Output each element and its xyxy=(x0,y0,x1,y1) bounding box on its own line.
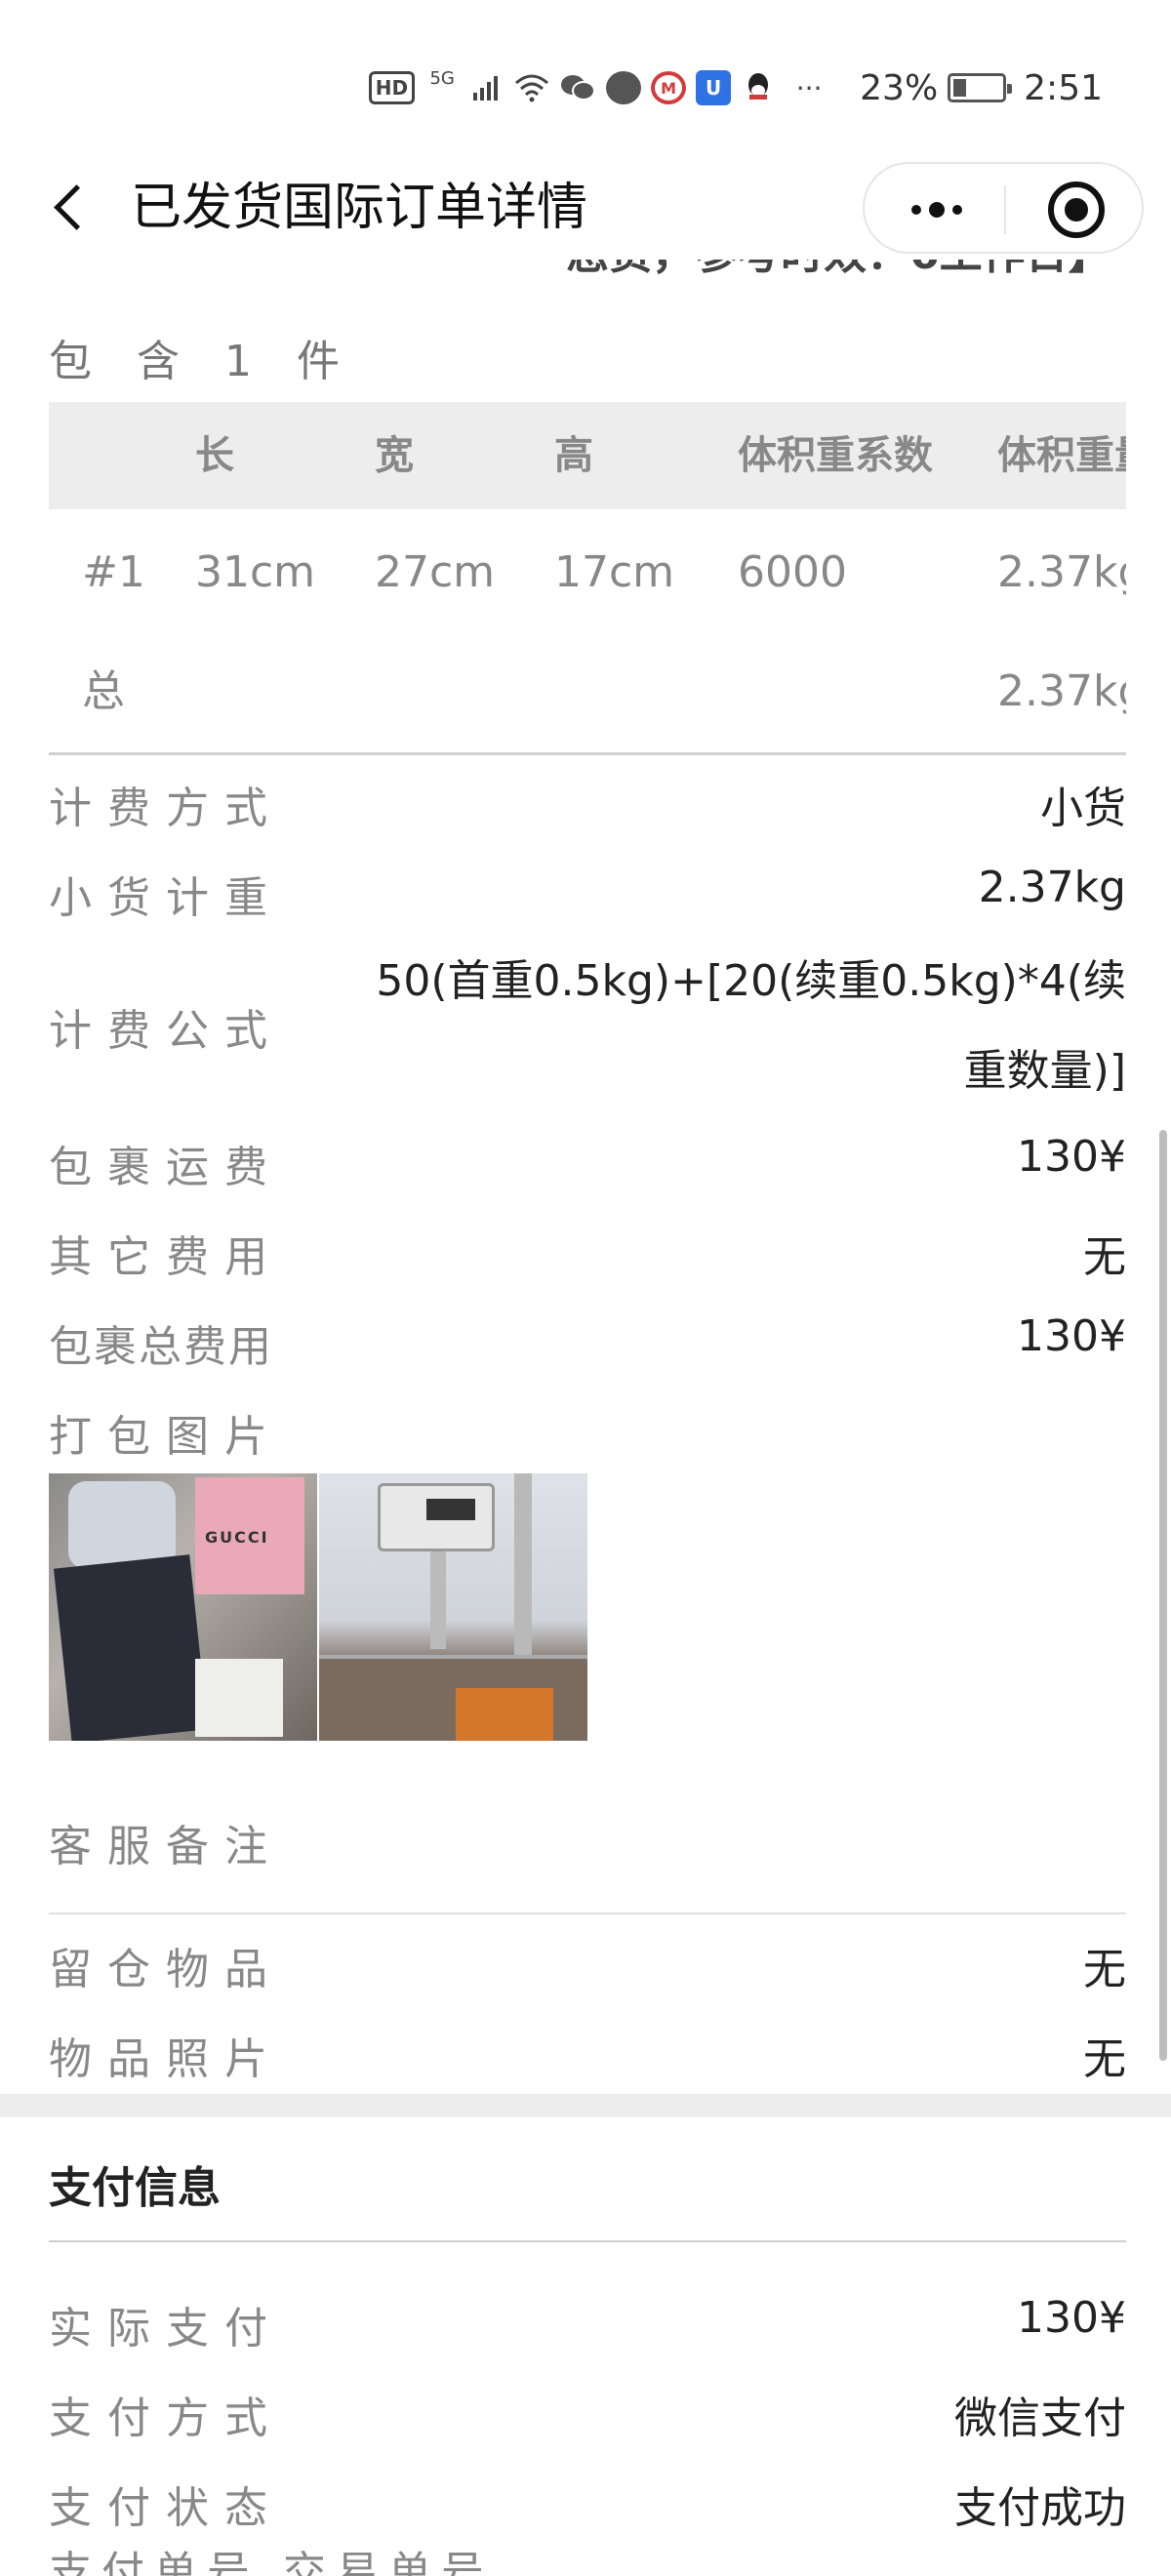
item-photos-value: 无 xyxy=(1083,2034,1126,2084)
section-separator xyxy=(0,2094,1171,2117)
navigation-bar: 已发货国际订单详情 xyxy=(0,156,1171,260)
mini-program-capsule xyxy=(863,162,1144,254)
column-header-volume-factor: 体积重系数 xyxy=(738,433,933,478)
partial-payment-number-row: 支付单号 交易单号 xyxy=(49,2551,494,2576)
section-divider xyxy=(49,2240,1126,2242)
weight-label: 小货计重 xyxy=(49,873,283,923)
divider xyxy=(49,1912,1126,1914)
package-dimensions-table: 长 宽 高 体积重系数 体积重量 #1 31cm 27cm 17cm 6000 … xyxy=(49,402,1126,755)
payment-method-label: 支付方式 xyxy=(49,2394,283,2443)
column-header-length: 长 xyxy=(195,433,234,478)
payment-status-row: 支付状态 支付成功 xyxy=(49,2463,1126,2541)
qq-icon xyxy=(741,70,776,105)
billing-method-row: 计费方式 小货 xyxy=(49,763,1126,841)
row-volume-factor: 6000 xyxy=(738,547,847,597)
actual-payment-label: 实际支付 xyxy=(49,2304,283,2354)
item-photos-row: 物品照片 无 xyxy=(49,2014,1126,2092)
formula-row: 计费公式 50(首重0.5kg)+[20(续重0.5kg)*4(续重数量)] xyxy=(49,937,1126,1116)
signal-icon xyxy=(469,70,505,105)
payment-method-row: 支付方式 微信支付 xyxy=(49,2373,1126,2451)
cs-note-label: 客服备注 xyxy=(49,1822,283,1872)
row-height: 17cm xyxy=(554,547,675,597)
status-icons: HD 5G M U ··· 23% 2:51 xyxy=(368,60,1103,115)
shipping-fee-value: 130¥ xyxy=(1017,1132,1126,1182)
wechat-icon xyxy=(559,70,596,105)
stored-items-label: 留仓物品 xyxy=(49,1945,283,1994)
actual-payment-row: 实际支付 130¥ xyxy=(49,2283,1126,2361)
cs-note-row: 客服备注 xyxy=(49,1801,1126,1879)
billing-method-label: 计费方式 xyxy=(49,784,283,833)
clock: 2:51 xyxy=(1024,67,1103,108)
payment-status-value: 支付成功 xyxy=(954,2483,1126,2533)
package-count-label: 包 含 1 件 xyxy=(49,337,355,386)
row-length: 31cm xyxy=(195,547,316,597)
packing-photos-row: 打包图片 xyxy=(49,1391,1126,1469)
u-app-icon: U xyxy=(696,70,732,105)
weight-value: 2.37kg xyxy=(978,863,1126,912)
packing-photo-items[interactable]: GUCCI xyxy=(49,1473,317,1741)
formula-label: 计费公式 xyxy=(49,1006,283,1056)
column-header-height: 高 xyxy=(554,433,593,478)
other-fee-label: 其它费用 xyxy=(49,1232,283,1282)
back-arrow-icon[interactable] xyxy=(47,178,105,236)
more-notifications-icon: ··· xyxy=(795,71,823,104)
total-fee-value: 130¥ xyxy=(1017,1311,1126,1361)
other-fee-row: 其它费用 无 xyxy=(49,1212,1126,1290)
capsule-divider xyxy=(1004,185,1006,234)
formula-value: 50(首重0.5kg)+[20(续重0.5kg)*4(续重数量)] xyxy=(376,956,1126,1096)
scrollbar[interactable] xyxy=(1159,1130,1167,2061)
network-label: 5G xyxy=(429,67,455,89)
cmb-icon: M xyxy=(651,71,687,104)
weight-row: 小货计重 2.37kg xyxy=(49,853,1126,931)
shipping-fee-row: 包裹运费 130¥ xyxy=(49,1122,1126,1200)
wifi-icon xyxy=(514,70,549,105)
payment-method-value: 微信支付 xyxy=(954,2394,1126,2443)
table-header: 长 宽 高 体积重系数 体积重量 xyxy=(49,402,1126,509)
payment-status-label: 支付状态 xyxy=(49,2483,283,2533)
packing-photo-scale[interactable] xyxy=(319,1473,587,1741)
battery-icon xyxy=(948,73,1013,102)
stored-items-value: 无 xyxy=(1083,1945,1126,1994)
battery-percent: 23% xyxy=(860,67,939,108)
payment-section-title: 支付信息 xyxy=(49,2163,221,2213)
packing-photos-label: 打包图片 xyxy=(49,1412,283,1462)
item-photos-label: 物品照片 xyxy=(49,2034,283,2084)
table-bottom-border xyxy=(49,752,1126,755)
total-volume-weight: 2.37kg xyxy=(997,666,1126,716)
other-fee-value: 无 xyxy=(1083,1232,1126,1282)
row-index: #1 xyxy=(82,547,145,597)
page-title: 已发货国际订单详情 xyxy=(131,179,588,237)
actual-payment-value: 130¥ xyxy=(1017,2293,1126,2343)
status-bar: HD 5G M U ··· 23% 2:51 xyxy=(0,0,1171,156)
total-label: 总 xyxy=(82,666,125,716)
row-volume-weight: 2.37kg xyxy=(997,547,1126,597)
total-fee-label: 包裹总费用 xyxy=(49,1322,273,1372)
column-header-volume-weight: 体积重量 xyxy=(997,433,1126,478)
column-header-width: 宽 xyxy=(375,433,414,478)
row-width: 27cm xyxy=(375,547,496,597)
stored-items-row: 留仓物品 无 xyxy=(49,1924,1126,2002)
browser-icon xyxy=(606,71,642,104)
close-mini-program-icon[interactable] xyxy=(1048,181,1105,238)
more-menu-icon[interactable] xyxy=(898,185,976,234)
billing-method-value: 小货 xyxy=(1040,784,1126,833)
shipping-fee-label: 包裹运费 xyxy=(49,1143,283,1192)
photo-brand-text: GUCCI xyxy=(205,1528,269,1547)
total-fee-row: 包裹总费用 130¥ xyxy=(49,1302,1126,1380)
packing-photos: GUCCI xyxy=(49,1473,587,1741)
hd-icon: HD xyxy=(368,71,416,104)
